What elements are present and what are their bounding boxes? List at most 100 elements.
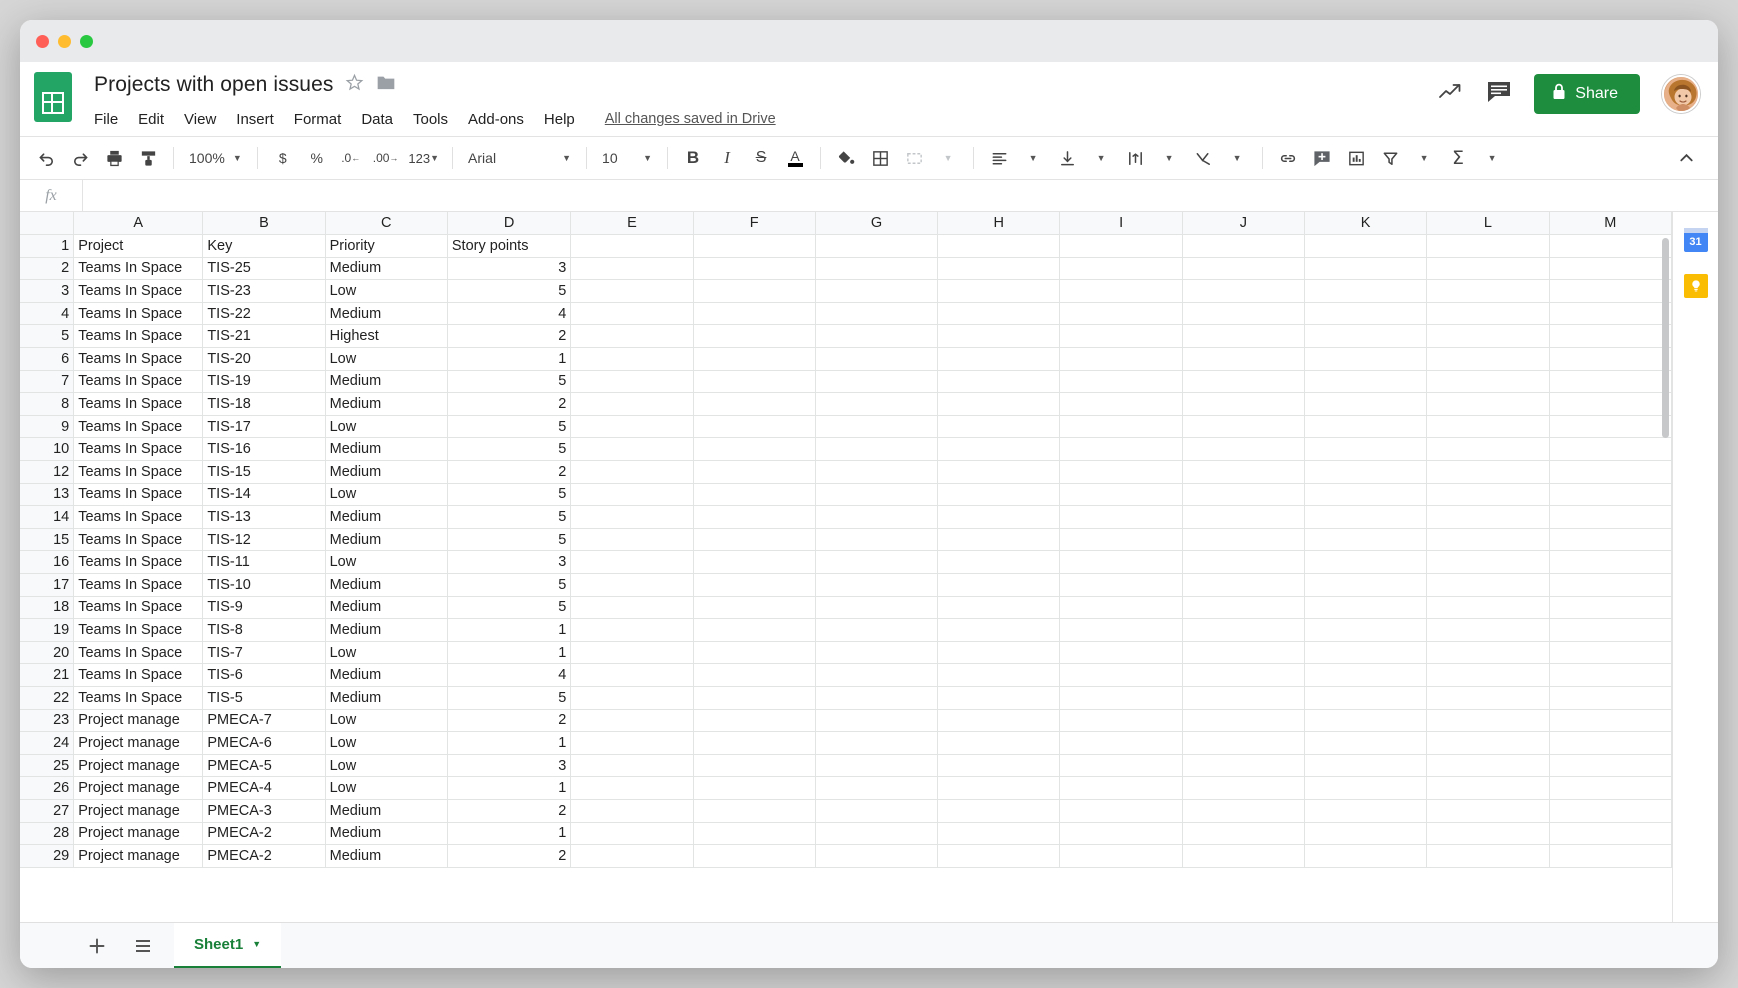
row-header[interactable]: 22 [20,686,74,709]
cell-empty[interactable] [693,574,815,597]
column-header-e[interactable]: E [571,212,693,235]
cell-key[interactable]: TIS-20 [203,348,325,371]
cell-empty[interactable] [938,799,1060,822]
cell-empty[interactable] [1060,686,1182,709]
cell-empty[interactable] [1305,641,1427,664]
google-calendar-icon[interactable]: 31 [1684,228,1708,252]
cell-empty[interactable] [1427,686,1549,709]
cell-story-points[interactable]: 2 [447,393,570,416]
cell-empty[interactable] [571,257,693,280]
minimize-window-button[interactable] [58,35,71,48]
cell-story-points[interactable]: 1 [447,732,570,755]
cell-empty[interactable] [1305,777,1427,800]
cell-empty[interactable] [693,348,815,371]
grid-area[interactable]: A B C D E F G H I J K L M 1P [20,212,1672,922]
cell-empty[interactable] [1549,325,1671,348]
cell-empty[interactable] [938,596,1060,619]
cell-empty[interactable] [938,461,1060,484]
cell-empty[interactable] [1549,777,1671,800]
row-header[interactable]: 28 [20,822,74,845]
cell-empty[interactable] [1427,709,1549,732]
cell-empty[interactable] [1060,393,1182,416]
column-header-h[interactable]: H [938,212,1060,235]
row-header[interactable]: 25 [20,754,74,777]
cell-empty[interactable] [1305,370,1427,393]
column-header-d[interactable]: D [447,212,570,235]
row-header[interactable]: 1 [20,235,74,258]
cell-empty[interactable] [571,393,693,416]
cell-empty[interactable] [1427,415,1549,438]
cell-empty[interactable] [938,528,1060,551]
cell-empty[interactable] [1549,799,1671,822]
column-header-c[interactable]: C [325,212,447,235]
cell-project[interactable]: Teams In Space [74,302,203,325]
menu-edit[interactable]: Edit [138,111,164,128]
cell-empty[interactable] [815,302,937,325]
cell-empty[interactable] [938,732,1060,755]
cell-empty[interactable] [571,302,693,325]
cell-empty[interactable] [938,574,1060,597]
cell-empty[interactable] [1060,280,1182,303]
cell-empty[interactable] [1182,551,1304,574]
cell-empty[interactable] [815,641,937,664]
cell-priority[interactable]: Medium [325,664,447,687]
cell-empty[interactable] [1427,438,1549,461]
cell-priority[interactable]: Medium [325,574,447,597]
menu-data[interactable]: Data [361,111,393,128]
cell-story-points[interactable]: 3 [447,754,570,777]
cell-empty[interactable] [1427,461,1549,484]
cell-priority[interactable]: Highest [325,325,447,348]
cell-project[interactable]: Project manage [74,732,203,755]
cell-empty[interactable] [693,754,815,777]
cell-empty[interactable] [1182,257,1304,280]
cell-empty[interactable] [815,596,937,619]
cell-empty[interactable] [1549,551,1671,574]
cell-project[interactable]: Teams In Space [74,551,203,574]
cell-empty[interactable] [571,438,693,461]
cell-priority[interactable]: Medium [325,822,447,845]
cell-empty[interactable] [1549,257,1671,280]
row-header[interactable]: 20 [20,641,74,664]
cell-empty[interactable] [1182,235,1304,258]
column-header-m[interactable]: M [1549,212,1671,235]
cell-empty[interactable] [938,438,1060,461]
cell-empty[interactable] [938,257,1060,280]
cell-project[interactable]: Teams In Space [74,483,203,506]
cell-project[interactable]: Teams In Space [74,641,203,664]
cell-empty[interactable] [1305,461,1427,484]
cell-empty[interactable] [1182,438,1304,461]
cell-key[interactable]: TIS-8 [203,619,325,642]
menu-view[interactable]: View [184,111,216,128]
horizontal-align-dropdown-icon[interactable]: ▼ [1017,142,1049,174]
cell-empty[interactable] [1060,574,1182,597]
cell-project[interactable]: Teams In Space [74,596,203,619]
column-header-l[interactable]: L [1427,212,1549,235]
cell-empty[interactable] [1060,302,1182,325]
row-header[interactable]: 21 [20,664,74,687]
cell-story-points[interactable]: 5 [447,528,570,551]
cell-project[interactable]: Project [74,235,203,258]
chart-icon[interactable] [1340,142,1372,174]
cell-empty[interactable] [571,619,693,642]
cell-empty[interactable] [815,732,937,755]
cell-story-points[interactable]: 4 [447,664,570,687]
cell-empty[interactable] [693,822,815,845]
cell-empty[interactable] [1305,506,1427,529]
zoom-control[interactable]: 100% ▼ [183,142,248,174]
cell-empty[interactable] [1549,845,1671,868]
cell-empty[interactable] [1182,506,1304,529]
cell-empty[interactable] [693,845,815,868]
cell-priority[interactable]: Low [325,483,447,506]
cell-empty[interactable] [1427,551,1549,574]
cell-priority[interactable]: Low [325,754,447,777]
cell-empty[interactable] [1549,709,1671,732]
cell-empty[interactable] [1182,325,1304,348]
column-header-g[interactable]: G [815,212,937,235]
cell-empty[interactable] [1427,845,1549,868]
cell-empty[interactable] [938,686,1060,709]
cell-story-points[interactable]: 2 [447,325,570,348]
cell-empty[interactable] [1427,799,1549,822]
cell-empty[interactable] [1060,325,1182,348]
borders-icon[interactable] [864,142,896,174]
print-icon[interactable] [98,142,130,174]
